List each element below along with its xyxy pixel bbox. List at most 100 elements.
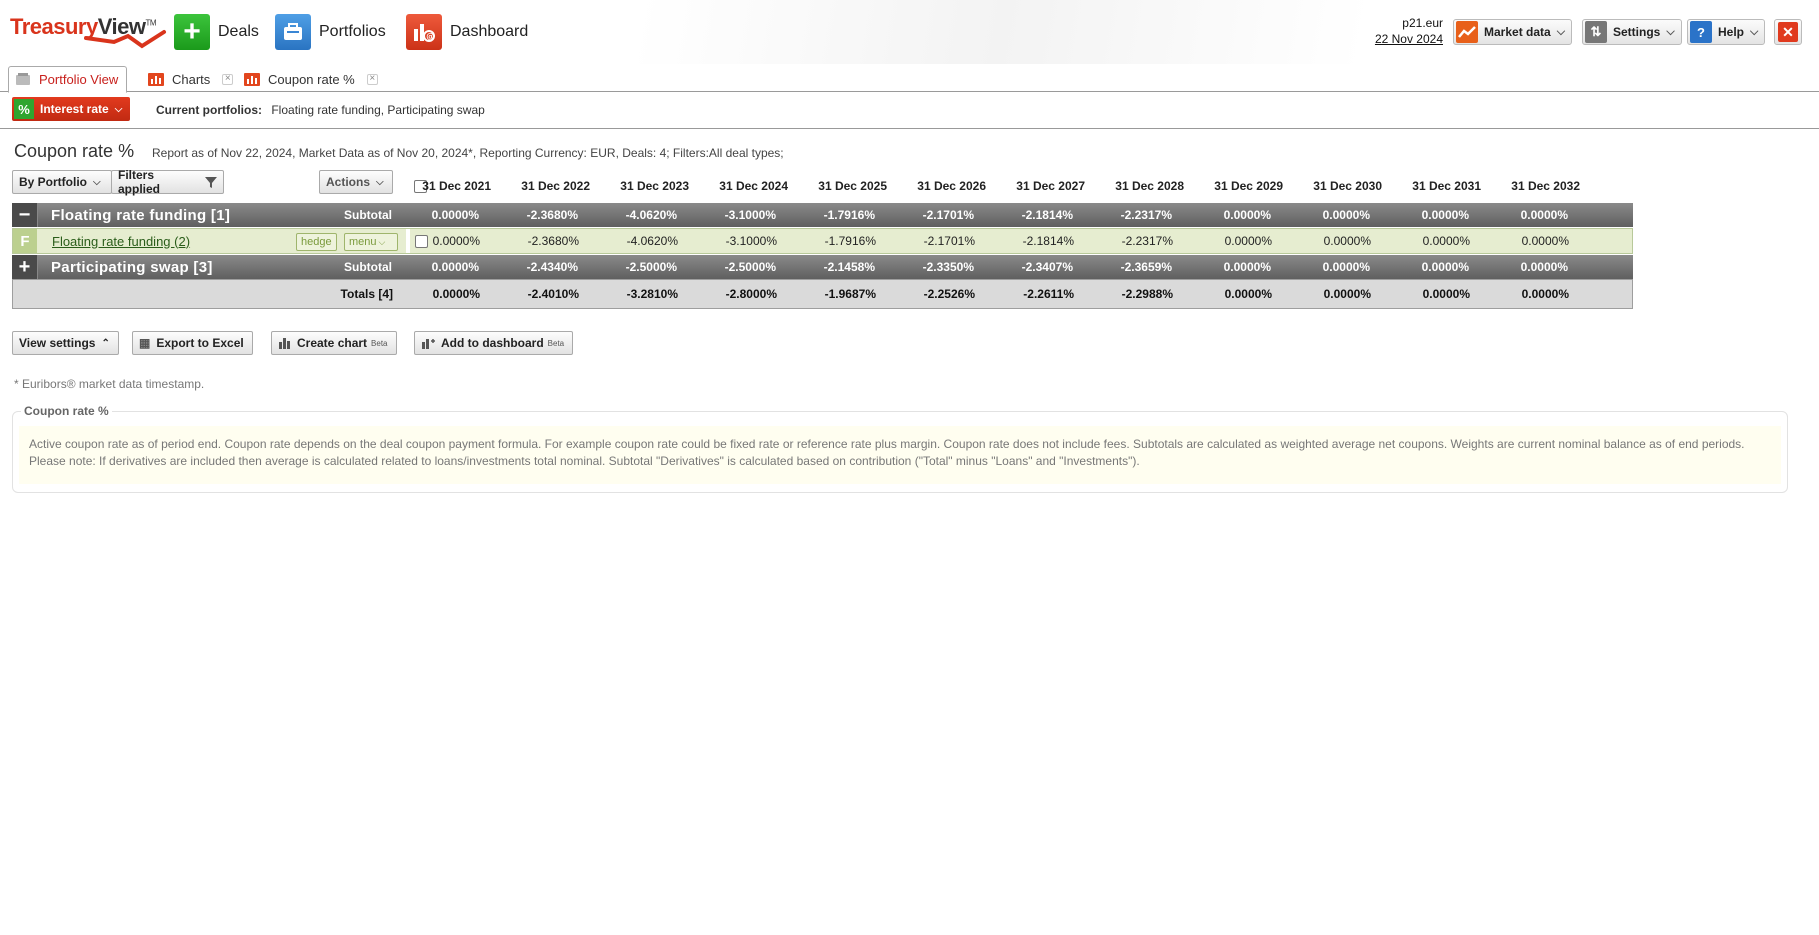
table-cell: -2.1458% — [823, 260, 875, 274]
help-button[interactable]: ? Help ⌵ — [1687, 19, 1766, 45]
description-text: Active coupon rate as of period end. Cou… — [19, 426, 1781, 484]
export-excel-label: Export to Excel — [156, 336, 244, 350]
table-cell: -2.8000% — [725, 287, 777, 301]
create-chart-button[interactable]: Create chart Beta — [271, 331, 397, 355]
table-cell: -3.1000% — [725, 234, 777, 248]
nav-dashboard[interactable]: @ Dashboard — [406, 14, 528, 50]
beta-badge: Beta — [371, 338, 388, 348]
table-cell: -2.3680% — [526, 208, 578, 222]
deal-name-link[interactable]: Floating rate funding (2) — [52, 229, 190, 253]
table-cell: 0.0000% — [1422, 287, 1470, 301]
totals-row: Totals [4] 0.0000% -2.4010% -3.2810% -2.800… — [12, 279, 1633, 309]
market-data-button[interactable]: Market data ⌵ — [1453, 19, 1573, 45]
chevron-up-icon: ⌃ — [101, 337, 110, 349]
portfolio-view-icon — [16, 73, 30, 85]
table-cell: 0.0000% — [1520, 208, 1568, 222]
view-settings-button[interactable]: View settings ⌃ — [12, 331, 119, 355]
nav-deals[interactable]: + Deals — [174, 14, 259, 50]
expand-icon[interactable]: + — [12, 255, 38, 279]
logo-trademark: TM — [145, 18, 157, 28]
group-row-participating-swap: + Participating swap [3] Subtotal 0.0000… — [12, 255, 1633, 279]
current-date-link[interactable]: 22 Nov 2024 — [1375, 32, 1443, 46]
tab-portfolio-view[interactable]: Portfolio View — [8, 66, 128, 93]
table-cell: 0.0000% — [431, 208, 479, 222]
table-cell: 0.0000% — [1223, 208, 1271, 222]
table-cell: -4.0620% — [625, 208, 677, 222]
close-button[interactable]: ✕ — [1774, 19, 1802, 45]
column-header: 31 Dec 2024 — [719, 179, 788, 193]
table-cell: -2.2988% — [1121, 287, 1173, 301]
hedge-button[interactable]: hedge — [296, 233, 337, 251]
report-title: Coupon rate % — [14, 141, 135, 161]
interest-rate-dropdown[interactable]: % Interest rate ⌵ — [12, 97, 131, 121]
market-chart-icon — [1456, 21, 1478, 43]
filter-icon — [205, 176, 217, 188]
deal-row-floating-rate-funding: F Floating rate funding (2) hedge menu ⌵… — [12, 228, 1633, 254]
column-header: 31 Dec 2029 — [1214, 179, 1283, 193]
actions-dropdown[interactable]: Actions ⌵ — [319, 170, 393, 194]
bar-chart-icon — [279, 338, 290, 349]
table-cell: -1.9687% — [824, 287, 876, 301]
tab-coupon-rate[interactable]: Coupon rate % × — [244, 66, 378, 92]
chevron-down-icon: ⌵ — [114, 103, 123, 115]
table-cell: -2.4340% — [526, 260, 578, 274]
nav-portfolios[interactable]: Portfolios — [275, 14, 386, 50]
view-settings-label: View settings — [19, 336, 96, 350]
interest-rate-label: Interest rate — [40, 102, 109, 116]
filters-applied-button[interactable]: Filters applied — [111, 168, 224, 196]
nav-dashboard-label: Dashboard — [450, 23, 529, 40]
group-name: Participating swap [3] — [51, 258, 213, 276]
table-cell: 0.0000% — [1223, 260, 1271, 274]
column-header: 31 Dec 2031 — [1412, 179, 1481, 193]
add-to-dashboard-button[interactable]: Add to dashboard Beta — [414, 331, 574, 355]
percent-icon: % — [14, 99, 34, 119]
deal-menu-label: menu — [349, 236, 377, 248]
table-cell: 0.0000% — [1421, 260, 1469, 274]
table-cell: -2.3407% — [1021, 260, 1073, 274]
chevron-down-icon: ⌵ — [93, 176, 101, 188]
svg-text:@: @ — [426, 32, 434, 41]
table-cell: 0.0000% — [1520, 260, 1568, 274]
logo-swoosh-icon — [84, 30, 166, 49]
actions-label: Actions — [326, 175, 371, 189]
table-cell: 0.0000% — [1323, 287, 1371, 301]
chevron-down-icon: ⌵ — [1666, 25, 1675, 38]
table-cell: -2.5000% — [625, 260, 677, 274]
tab-bar: Portfolio View Charts × Coupon rate % × — [0, 64, 1819, 93]
column-header: 31 Dec 2021 — [422, 179, 491, 193]
table-cell: -2.1814% — [1021, 208, 1073, 222]
portfolio-subbar: % Interest rate ⌵ Current portfolios: Fl… — [0, 93, 1819, 129]
column-header: 31 Dec 2025 — [818, 179, 887, 193]
collapse-icon[interactable]: − — [12, 203, 38, 227]
help-icon: ? — [1690, 21, 1712, 43]
chevron-down-icon: ⌵ — [1556, 25, 1566, 38]
top-bar: TreasuryViewTM + Deals Portfolios @ Dash… — [0, 0, 1819, 64]
settings-button[interactable]: ⇅ Settings ⌵ — [1582, 19, 1682, 45]
table-cell: 0.0000% — [1322, 260, 1370, 274]
table-cell: -3.1000% — [724, 208, 776, 222]
table-cell: -2.1701% — [923, 234, 975, 248]
table-cell: -2.2526% — [923, 287, 975, 301]
table-cell: -2.5000% — [724, 260, 776, 274]
tab-close-icon[interactable]: × — [366, 73, 378, 85]
table-cell: 0.0000% — [432, 234, 480, 248]
by-portfolio-dropdown[interactable]: By Portfolio ⌵ — [12, 170, 112, 194]
table-cell: -2.1701% — [922, 208, 974, 222]
tab-charts[interactable]: Charts × — [148, 66, 234, 92]
table-cell: -2.4010% — [527, 287, 579, 301]
filters-label: Filters applied — [118, 168, 161, 196]
excel-icon: ▦ — [139, 336, 151, 350]
export-excel-button[interactable]: ▦ Export to Excel — [132, 331, 253, 355]
chevron-down-icon: ⌵ — [376, 176, 384, 188]
treasuryview-logo[interactable]: TreasuryViewTM — [10, 14, 166, 49]
column-header: 31 Dec 2023 — [620, 179, 689, 193]
table-cell: 0.0000% — [1422, 234, 1470, 248]
close-icon: ✕ — [1778, 22, 1798, 42]
settings-label: Settings — [1613, 25, 1661, 39]
table-cell: 0.0000% — [431, 260, 479, 274]
tab-close-icon[interactable]: × — [222, 73, 234, 85]
nav-portfolios-label: Portfolios — [319, 23, 386, 40]
plus-icon: + — [174, 14, 210, 50]
table-cell: -1.7916% — [823, 208, 875, 222]
current-portfolios-value: Floating rate funding, Participating swa… — [271, 103, 485, 117]
